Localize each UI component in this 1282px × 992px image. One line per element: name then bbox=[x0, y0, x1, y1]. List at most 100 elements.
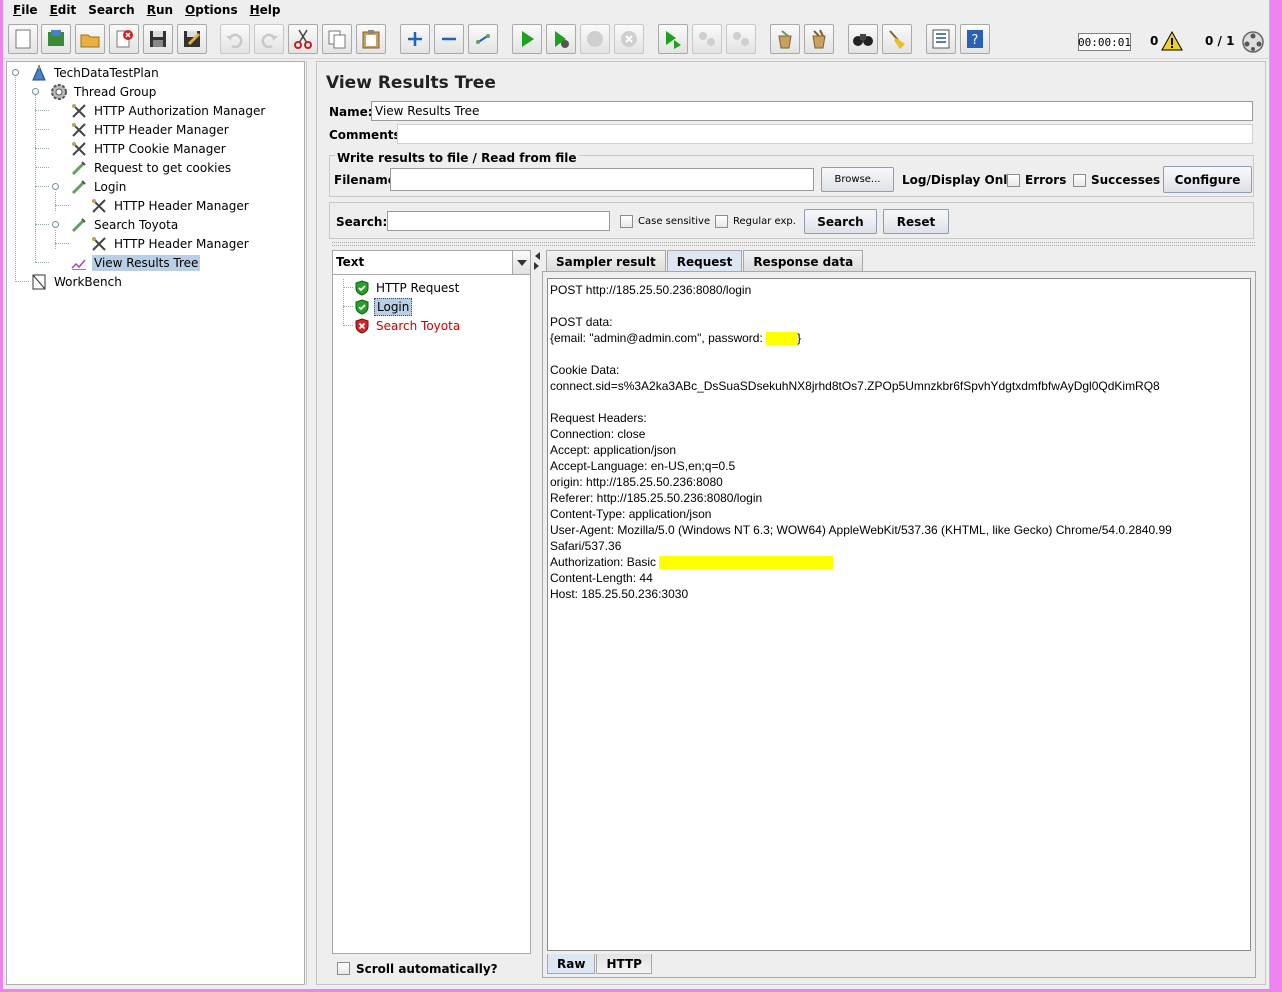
search-button[interactable] bbox=[848, 24, 878, 54]
error-count: 0 bbox=[1150, 34, 1159, 48]
results-divider[interactable] bbox=[332, 242, 1255, 246]
tree-item-search-toyota[interactable]: Search Toyota bbox=[69, 215, 180, 234]
results-list[interactable]: Text HTTP Request Login Search Toyota bbox=[332, 250, 531, 954]
successes-checkbox[interactable]: Successes bbox=[1073, 173, 1160, 187]
tab-http[interactable]: HTTP bbox=[596, 954, 652, 974]
scroll-automatically-checkbox[interactable]: Scroll automatically? bbox=[332, 956, 531, 981]
tree-item-login[interactable]: Login bbox=[69, 177, 128, 196]
tree-toggle[interactable] bbox=[52, 183, 59, 190]
menu-file[interactable]: File bbox=[7, 3, 44, 17]
menu-help[interactable]: Help bbox=[244, 3, 287, 17]
paste-button[interactable] bbox=[356, 24, 386, 54]
regular-exp-checkbox[interactable]: Regular exp. bbox=[715, 215, 796, 228]
case-sensitive-checkbox-box[interactable] bbox=[620, 215, 633, 228]
close-button[interactable] bbox=[109, 24, 139, 54]
tab-sampler-result[interactable]: Sampler result bbox=[546, 250, 666, 272]
undo-button[interactable] bbox=[220, 24, 250, 54]
cut-button[interactable] bbox=[288, 24, 318, 54]
clear-button[interactable] bbox=[770, 24, 800, 54]
copy-button[interactable] bbox=[322, 24, 352, 54]
open-icon bbox=[80, 34, 100, 48]
help-icon: ? bbox=[967, 30, 983, 48]
remote-shutdown-all-button[interactable] bbox=[726, 24, 756, 54]
errors-checkbox[interactable]: Errors bbox=[1007, 173, 1066, 187]
successes-checkbox-box[interactable] bbox=[1073, 173, 1086, 187]
jmeter-window: File Edit Search Run Options Help ? 00:0… bbox=[3, 0, 1270, 989]
reset-button[interactable]: Reset bbox=[883, 209, 949, 234]
name-field[interactable]: View Results Tree bbox=[371, 101, 1253, 121]
tree-item-http-header-manager[interactable]: HTTP Header Manager bbox=[89, 234, 251, 253]
menu-edit[interactable]: Edit bbox=[44, 3, 83, 17]
configure-button[interactable]: Configure bbox=[1163, 166, 1252, 193]
open-button[interactable] bbox=[75, 24, 105, 54]
new-icon bbox=[15, 29, 31, 49]
test-plan-tree[interactable]: TechDataTestPlan Thread Group HTTP Autho… bbox=[6, 61, 305, 985]
tree-toggle[interactable] bbox=[32, 88, 39, 95]
menu-search[interactable]: Search bbox=[82, 3, 140, 17]
results-splitter[interactable] bbox=[533, 250, 541, 981]
redo-icon bbox=[261, 33, 278, 49]
scroll-automatically-checkbox-box[interactable] bbox=[337, 962, 350, 975]
tree-item-request-to-get-cookies[interactable]: Request to get cookies bbox=[69, 158, 233, 177]
tree-item-view-results-tree[interactable]: View Results Tree bbox=[69, 253, 201, 272]
clear-all-button[interactable] bbox=[804, 24, 834, 54]
remote-start-all-button[interactable] bbox=[658, 24, 688, 54]
search-button-panel[interactable]: Search bbox=[804, 209, 877, 234]
toggle-button[interactable] bbox=[468, 24, 498, 54]
tree-item-http-header-manager[interactable]: HTTP Header Manager bbox=[69, 120, 231, 139]
tab-raw[interactable]: Raw bbox=[547, 954, 596, 974]
templates-button[interactable] bbox=[41, 24, 71, 54]
menu-run[interactable]: Run bbox=[141, 3, 179, 17]
tree-toggle[interactable] bbox=[12, 69, 19, 76]
close-icon bbox=[116, 30, 133, 48]
save-icon bbox=[150, 31, 166, 47]
renderer-select[interactable]: Text bbox=[333, 251, 530, 275]
comments-field[interactable] bbox=[397, 124, 1253, 144]
start-no-pauses-button[interactable] bbox=[546, 24, 576, 54]
config-tool-icon bbox=[69, 101, 89, 120]
failure-shield-icon bbox=[355, 317, 369, 334]
filename-field[interactable] bbox=[390, 168, 814, 191]
collapse-all-button[interactable] bbox=[434, 24, 464, 54]
tree-item-http-header-manager[interactable]: HTTP Header Manager bbox=[89, 196, 251, 215]
tab-response-data[interactable]: Response data bbox=[743, 250, 864, 272]
browse-button[interactable]: Browse... bbox=[821, 167, 894, 192]
save-button[interactable] bbox=[143, 24, 173, 54]
remote-stop-all-button[interactable] bbox=[692, 24, 722, 54]
save-as-button[interactable] bbox=[177, 24, 207, 54]
request-text-area[interactable]: POST http://185.25.50.236:8080/login POS… bbox=[547, 278, 1251, 951]
search-label: Search: bbox=[336, 215, 388, 229]
tree-item-http-cookie-manager[interactable]: HTTP Cookie Manager bbox=[69, 139, 228, 158]
start-icon bbox=[522, 31, 534, 47]
result-item[interactable]: HTTP Request bbox=[354, 278, 461, 297]
tree-item-test-plan[interactable]: TechDataTestPlan bbox=[29, 63, 161, 82]
chevron-down-icon[interactable] bbox=[512, 251, 530, 274]
search-input[interactable] bbox=[387, 211, 610, 231]
menu-options[interactable]: Options bbox=[179, 3, 244, 17]
view-results-tree-panel: View Results Tree Name: View Results Tre… bbox=[316, 61, 1266, 985]
function-helper-button[interactable] bbox=[926, 24, 956, 54]
warning-icon[interactable] bbox=[1161, 30, 1183, 52]
new-button[interactable] bbox=[8, 24, 38, 54]
regular-exp-checkbox-box[interactable] bbox=[715, 215, 728, 228]
stop-button[interactable] bbox=[580, 24, 610, 54]
templates-icon bbox=[48, 30, 64, 46]
sampler-icon bbox=[69, 177, 89, 196]
redo-button[interactable] bbox=[254, 24, 284, 54]
function-helper-icon bbox=[932, 29, 950, 49]
help-button[interactable]: ? bbox=[960, 24, 990, 54]
tree-item-http-authorization-manager[interactable]: HTTP Authorization Manager bbox=[69, 101, 267, 120]
tree-toggle[interactable] bbox=[52, 221, 59, 228]
shutdown-button[interactable] bbox=[614, 24, 644, 54]
reset-search-button[interactable] bbox=[882, 24, 912, 54]
result-item[interactable]: Login bbox=[354, 297, 413, 316]
errors-checkbox-box[interactable] bbox=[1007, 173, 1020, 187]
main-splitter[interactable] bbox=[306, 61, 315, 985]
expand-all-button[interactable] bbox=[400, 24, 430, 54]
tree-item-thread-group[interactable]: Thread Group bbox=[49, 82, 158, 101]
tab-request[interactable]: Request bbox=[666, 250, 743, 272]
start-button[interactable] bbox=[512, 24, 542, 54]
result-item[interactable]: Search Toyota bbox=[354, 316, 462, 335]
tree-item-workbench[interactable]: WorkBench bbox=[29, 272, 124, 291]
case-sensitive-checkbox[interactable]: Case sensitive bbox=[620, 215, 710, 228]
